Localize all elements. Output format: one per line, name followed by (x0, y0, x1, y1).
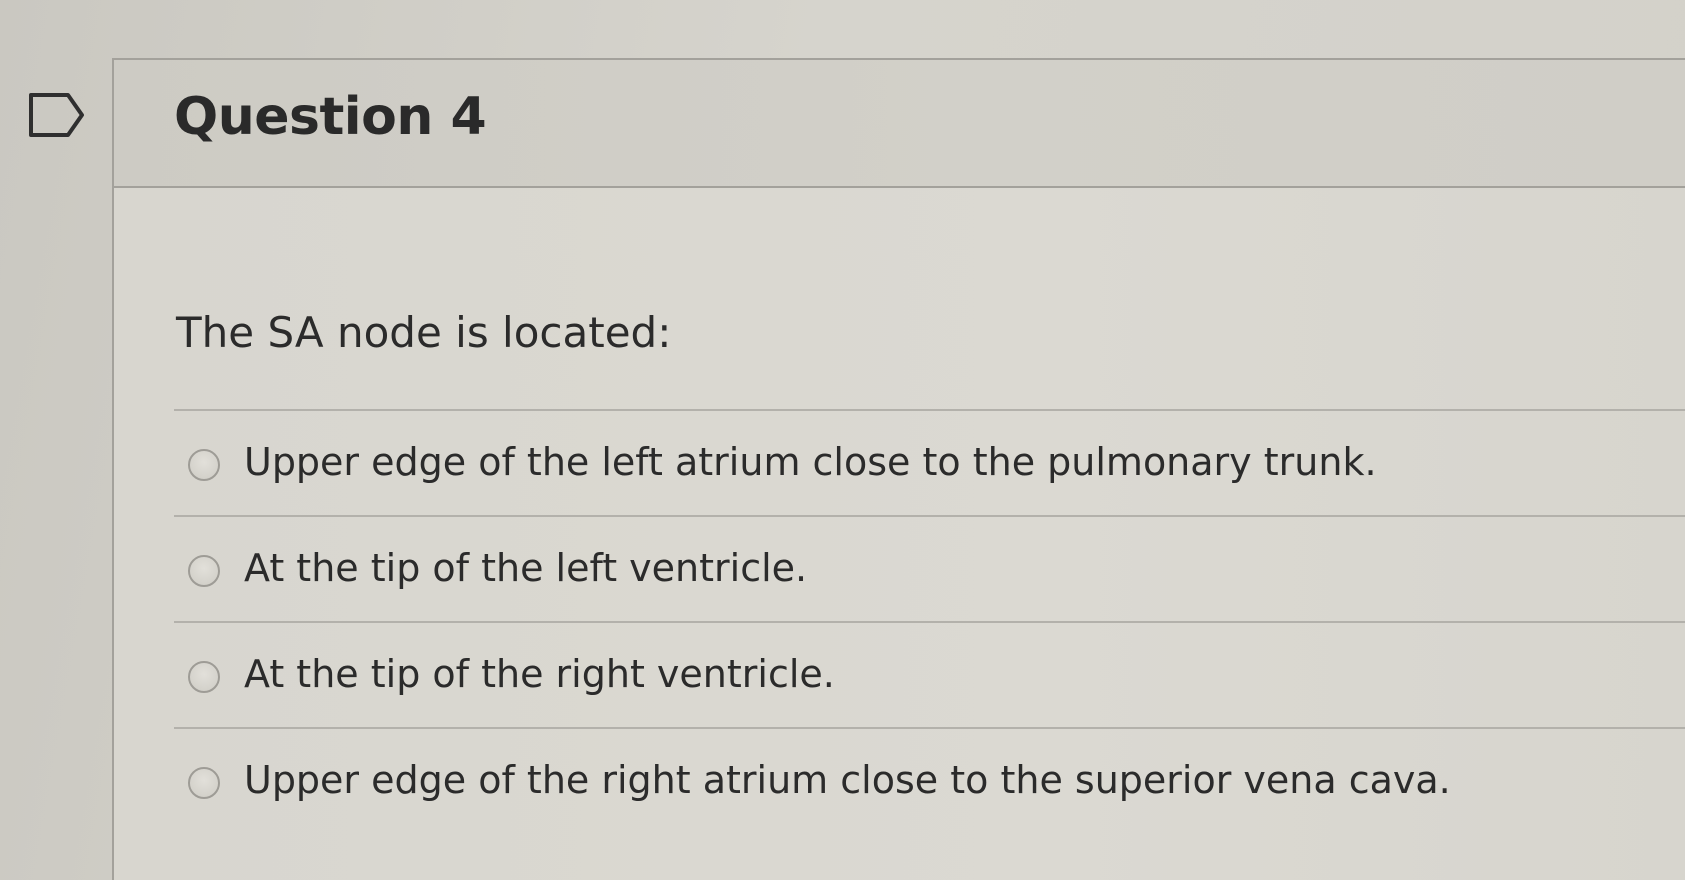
flag-question-icon[interactable] (28, 92, 86, 138)
answer-label-2[interactable]: At the tip of the left ventricle. (244, 545, 807, 593)
answer-radio-2[interactable] (188, 555, 220, 587)
question-flag-area (0, 0, 112, 880)
answer-label-1[interactable]: Upper edge of the left atrium close to t… (244, 439, 1377, 487)
question-prompt: The SA node is located: (176, 308, 672, 357)
question-card: Question 4 The SA node is located: Upper… (112, 58, 1685, 880)
quiz-page: Question 4 The SA node is located: Upper… (0, 0, 1685, 880)
answer-option-3[interactable]: At the tip of the right ventricle. (174, 621, 1685, 727)
answer-radio-3[interactable] (188, 661, 220, 693)
answer-option-1[interactable]: Upper edge of the left atrium close to t… (174, 409, 1685, 515)
answer-radio-1[interactable] (188, 449, 220, 481)
question-title: Question 4 (174, 87, 487, 147)
answer-option-4[interactable]: Upper edge of the right atrium close to … (174, 727, 1685, 833)
answer-option-2[interactable]: At the tip of the left ventricle. (174, 515, 1685, 621)
answer-list: Upper edge of the left atrium close to t… (174, 409, 1685, 833)
answer-radio-4[interactable] (188, 767, 220, 799)
question-header: Question 4 (114, 60, 1685, 188)
answer-label-4[interactable]: Upper edge of the right atrium close to … (244, 757, 1451, 805)
answer-label-3[interactable]: At the tip of the right ventricle. (244, 651, 835, 699)
